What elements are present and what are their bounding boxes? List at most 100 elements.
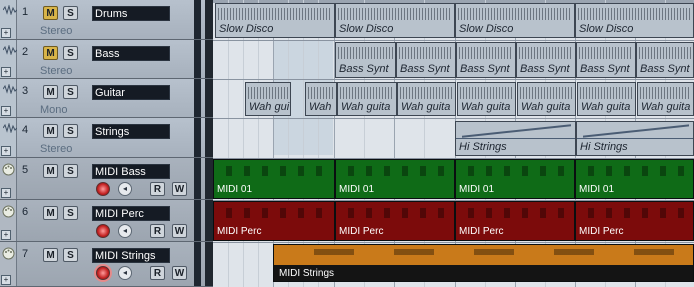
audio-event[interactable]: Wah gui <box>245 82 291 116</box>
waveform-preview <box>308 87 334 99</box>
track-bass[interactable]: + 2 M S Bass Stereo <box>0 40 213 79</box>
plus-icon[interactable]: + <box>1 188 11 198</box>
midi-part[interactable]: MIDI 01 <box>575 159 694 199</box>
track-divider <box>205 118 213 157</box>
record-icon[interactable] <box>96 182 110 196</box>
mute-button[interactable]: M <box>43 164 58 178</box>
audio-event[interactable]: Wah guita <box>577 82 636 116</box>
event-label: Slow Disco <box>579 23 634 35</box>
audio-event[interactable]: Wah guita <box>337 82 397 116</box>
read-automation-button[interactable]: R <box>150 266 165 280</box>
note-preview <box>456 208 574 218</box>
audio-event[interactable]: Wah guita <box>397 82 456 116</box>
mute-button[interactable]: M <box>43 206 58 220</box>
plus-icon[interactable]: + <box>1 67 11 77</box>
audio-event[interactable]: Wah guita <box>457 82 516 116</box>
midi-part[interactable]: MIDI Perc <box>335 201 455 241</box>
write-automation-button[interactable]: W <box>172 224 187 238</box>
midi-part[interactable]: MIDI Perc <box>575 201 694 241</box>
audio-event[interactable]: Bass Synt <box>456 42 516 78</box>
plus-icon[interactable]: + <box>1 275 11 285</box>
waveform-preview <box>218 8 332 20</box>
monitor-speaker-icon[interactable]: ◂ <box>118 224 132 238</box>
audio-event[interactable]: Hi Strings <box>576 121 694 156</box>
monitor-speaker-icon[interactable]: ◂ <box>118 182 132 196</box>
waveform-preview <box>640 87 691 99</box>
audio-event[interactable]: Bass Synt <box>576 42 636 78</box>
track-midi-strings[interactable]: + 7 M S MIDI Strings ◂ R W <box>0 242 213 287</box>
track-divider <box>194 0 201 39</box>
mute-button[interactable]: M <box>43 46 58 60</box>
audio-event[interactable]: Slow Disco <box>575 3 694 38</box>
track-drums[interactable]: + 1 M S Drums Stereo <box>0 0 213 40</box>
midi-part[interactable]: MIDI 01 <box>213 159 335 199</box>
track-name-field[interactable]: Strings <box>92 124 170 139</box>
solo-button[interactable]: S <box>63 248 78 262</box>
solo-button[interactable]: S <box>63 6 78 20</box>
waveform-preview <box>520 87 573 99</box>
mute-button[interactable]: M <box>43 248 58 262</box>
solo-button[interactable]: S <box>63 206 78 220</box>
plus-icon[interactable]: + <box>1 106 11 116</box>
mute-button[interactable]: M <box>43 85 58 99</box>
track-name-field[interactable]: Guitar <box>92 85 170 100</box>
audio-event[interactable]: Slow Disco <box>215 3 335 38</box>
plus-icon[interactable]: + <box>1 146 11 156</box>
solo-button[interactable]: S <box>63 124 78 138</box>
write-automation-button[interactable]: W <box>172 266 187 280</box>
track-name-field[interactable]: Drums <box>92 6 170 21</box>
track-divider <box>194 79 201 117</box>
track-name-field[interactable]: MIDI Bass <box>92 164 170 179</box>
monitor-speaker-icon[interactable]: ◂ <box>118 266 132 280</box>
read-automation-button[interactable]: R <box>150 224 165 238</box>
solo-button[interactable]: S <box>63 164 78 178</box>
track-number: 2 <box>22 46 29 58</box>
track-strings[interactable]: + 4 M S Strings Stereo <box>0 118 213 158</box>
mute-button[interactable]: M <box>43 124 58 138</box>
event-label: Slow Disco <box>459 23 514 35</box>
waveform-icon <box>3 5 17 15</box>
volume-curve <box>577 138 693 139</box>
track-midi-perc[interactable]: + 6 M S MIDI Perc ◂ R W <box>0 200 213 242</box>
midi-part[interactable]: MIDI Perc <box>213 201 335 241</box>
audio-event[interactable]: Slow Disco <box>455 3 575 38</box>
read-automation-button[interactable]: R <box>150 182 165 196</box>
plus-icon[interactable]: + <box>1 28 11 38</box>
volume-curve <box>456 138 575 139</box>
arrange-event-display[interactable]: Slow Disco Slow Disco Slow Disco Slow Di… <box>213 0 694 287</box>
mute-button[interactable]: M <box>43 6 58 20</box>
event-label: Hi Strings <box>580 141 628 153</box>
midi-part[interactable]: MIDI Perc <box>455 201 575 241</box>
waveform-icon <box>3 45 17 55</box>
audio-event[interactable]: Wah <box>305 82 337 116</box>
midi-part[interactable]: MIDI 01 <box>335 159 455 199</box>
audio-event[interactable]: Wah guita <box>517 82 576 116</box>
audio-event[interactable]: Hi Strings <box>455 121 576 156</box>
track-midi-bass[interactable]: + 5 M S MIDI Bass ◂ R W <box>0 158 213 200</box>
plus-icon[interactable]: + <box>1 230 11 240</box>
record-icon[interactable] <box>96 224 110 238</box>
write-automation-button[interactable]: W <box>172 182 187 196</box>
audio-event[interactable]: Bass Synt <box>636 42 694 78</box>
record-icon[interactable] <box>96 266 110 280</box>
track-divider <box>194 118 201 157</box>
track-divider <box>205 158 213 199</box>
solo-button[interactable]: S <box>63 46 78 60</box>
midi-part[interactable]: MIDI Strings <box>273 244 694 282</box>
track-name-field[interactable]: MIDI Strings <box>92 248 170 263</box>
audio-event[interactable]: Slow Disco <box>335 3 455 38</box>
track-name-field[interactable]: MIDI Perc <box>92 206 170 221</box>
event-label: Wah guita <box>581 101 631 113</box>
track-number: 7 <box>22 248 29 260</box>
solo-button[interactable]: S <box>63 85 78 99</box>
track-divider <box>194 158 201 199</box>
part-label: MIDI 01 <box>217 184 253 195</box>
waveform-icon <box>3 123 17 133</box>
audio-event[interactable]: Wah guita <box>637 82 694 116</box>
audio-event[interactable]: Bass Synt <box>396 42 456 78</box>
audio-event[interactable]: Bass Synt <box>335 42 396 78</box>
midi-part[interactable]: MIDI 01 <box>455 159 575 199</box>
track-guitar[interactable]: + 3 M S Guitar Mono <box>0 79 213 118</box>
audio-event[interactable]: Bass Synt <box>516 42 576 78</box>
track-name-field[interactable]: Bass <box>92 46 170 61</box>
